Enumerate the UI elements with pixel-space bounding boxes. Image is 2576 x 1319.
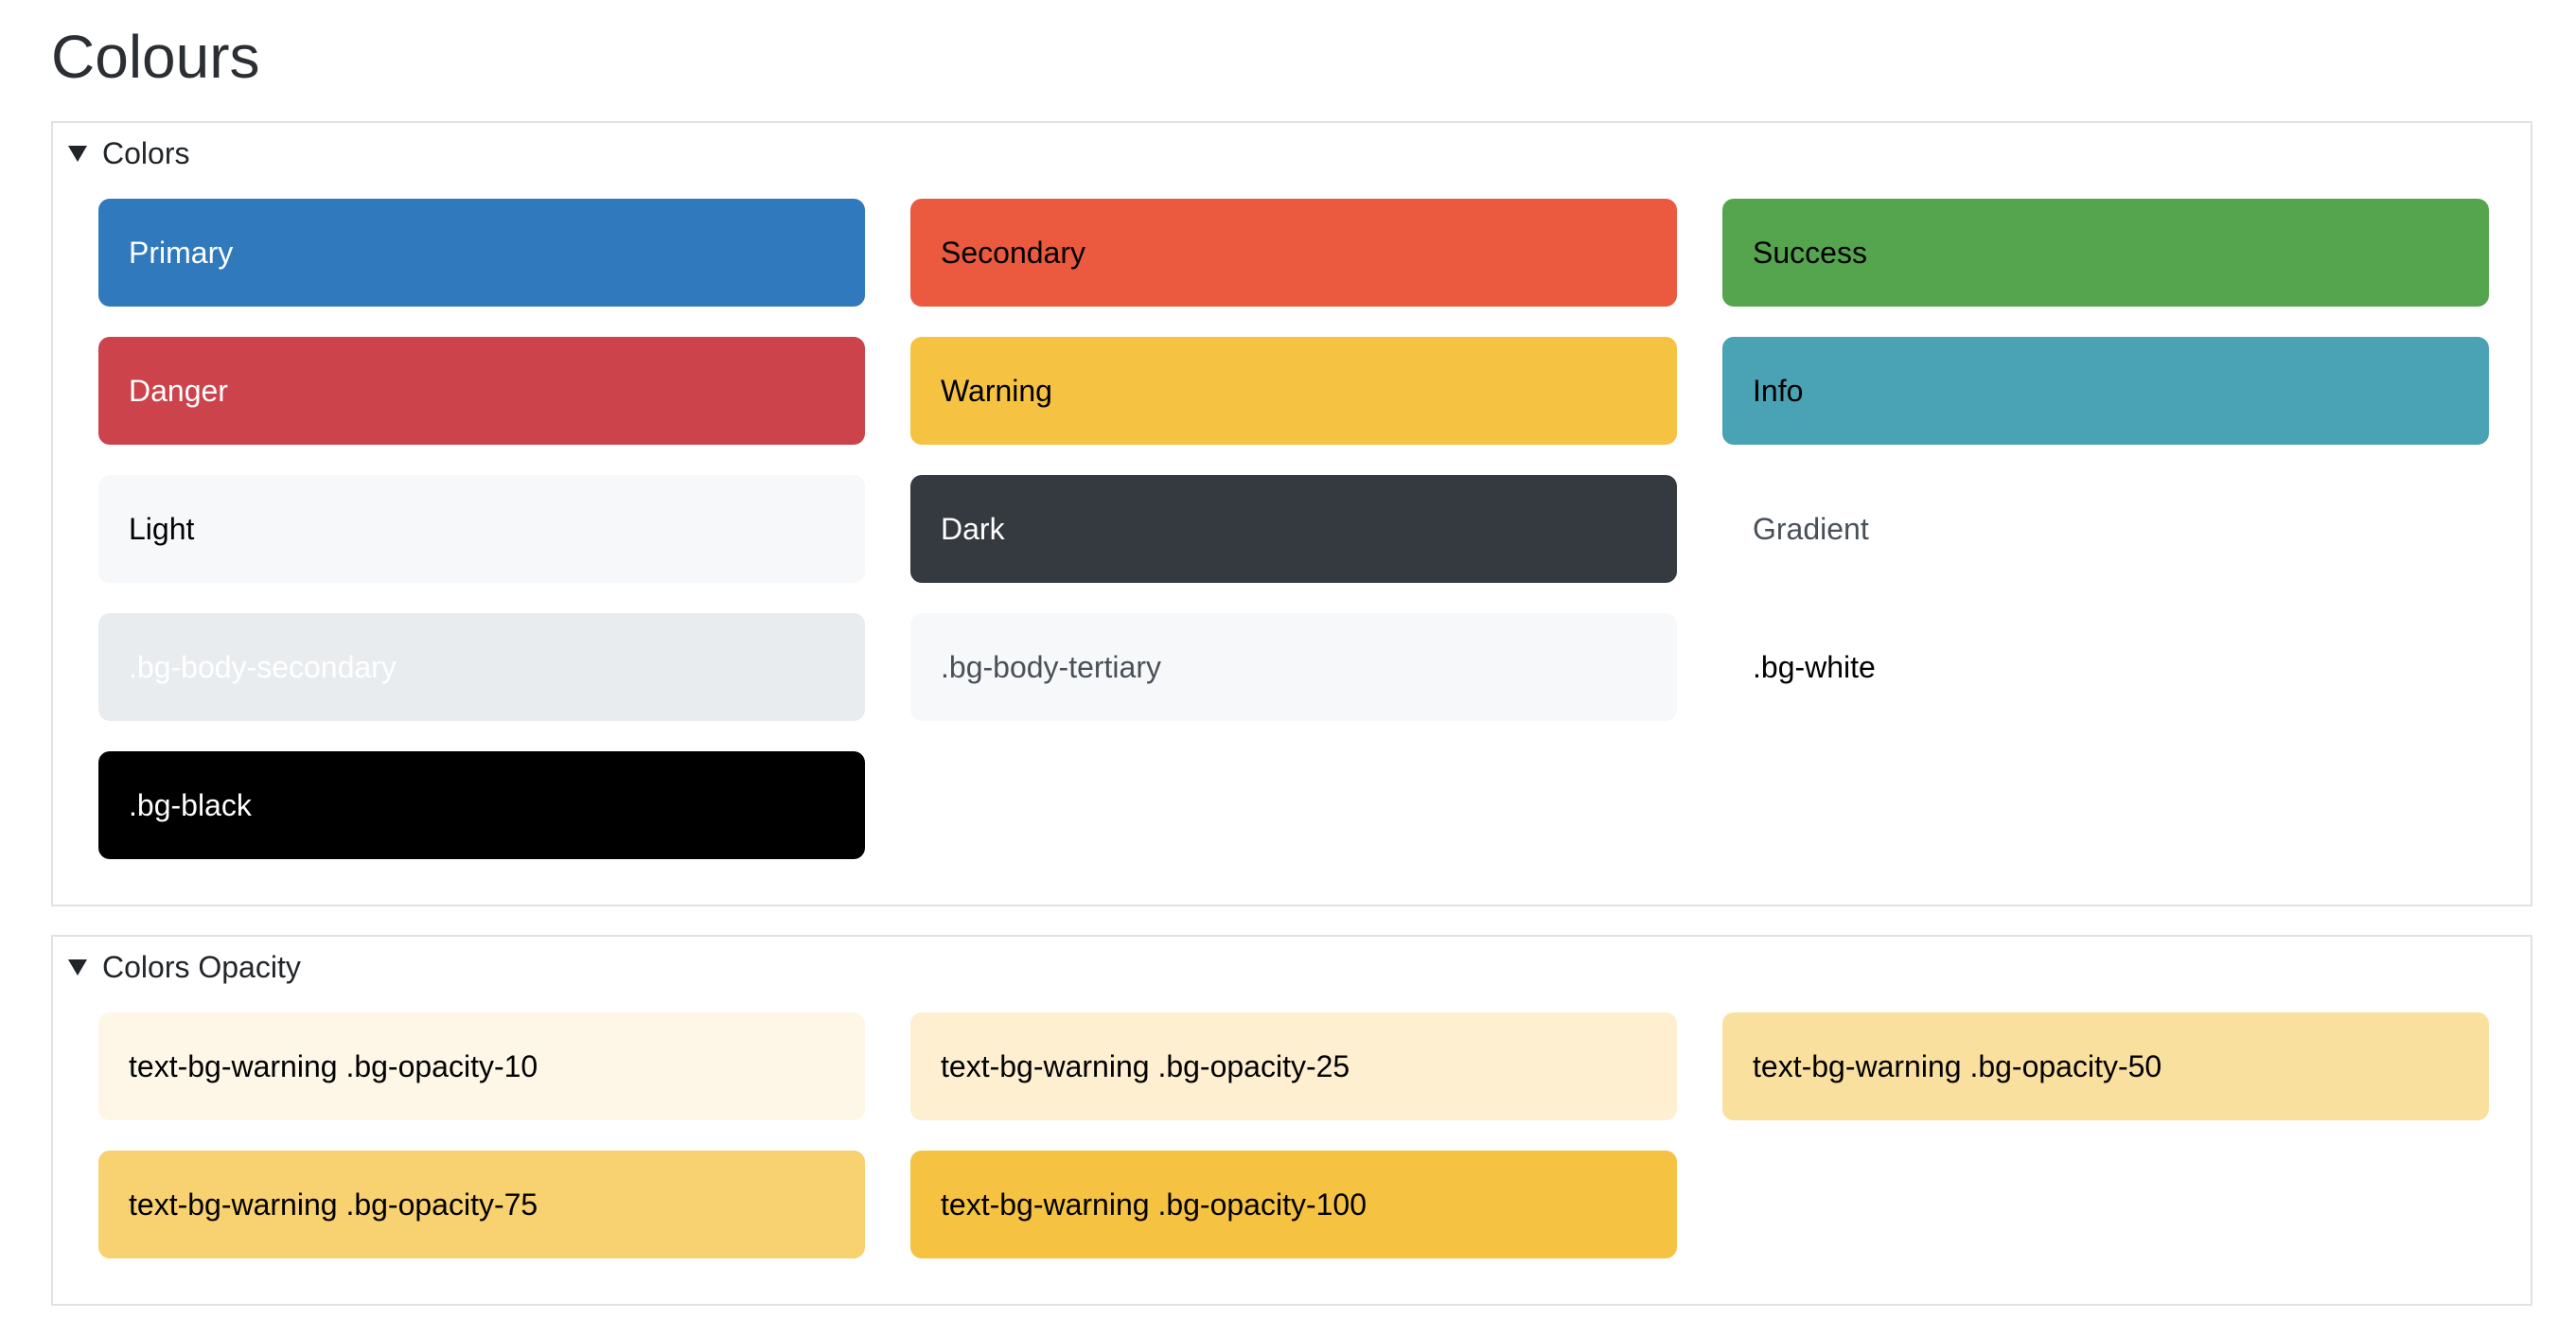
swatch-warning-opacity-10: text-bg-warning .bg-opacity-10	[98, 1012, 865, 1120]
swatch-warning-opacity-50: text-bg-warning .bg-opacity-50	[1722, 1012, 2489, 1120]
caret-down-icon	[68, 958, 87, 976]
swatch-secondary: Secondary	[910, 199, 1677, 307]
swatch-light: Light	[98, 475, 865, 583]
swatch-black: .bg-black	[98, 751, 865, 859]
swatch-warning-opacity-25: text-bg-warning .bg-opacity-25	[910, 1012, 1677, 1120]
swatch-warning: Warning	[910, 337, 1677, 445]
swatch-gradient: Gradient	[1753, 511, 1869, 546]
swatch-body-tertiary: .bg-body-tertiary	[910, 613, 1677, 721]
colors-opacity-summary-toggle[interactable]: Colors Opacity	[68, 946, 301, 988]
swatch-warning-opacity-75: text-bg-warning .bg-opacity-75	[98, 1151, 865, 1258]
colors-panel: Colors Primary Secondary Success Danger …	[51, 121, 2532, 906]
swatch-success: Success	[1722, 199, 2489, 307]
swatch-info: Info	[1722, 337, 2489, 445]
colors-summary-toggle[interactable]: Colors	[68, 132, 189, 174]
caret-down-icon	[68, 145, 87, 162]
swatch-warning-opacity-100: text-bg-warning .bg-opacity-100	[910, 1151, 1677, 1258]
swatch-danger: Danger	[98, 337, 865, 445]
swatch-primary: Primary	[98, 199, 865, 307]
swatch-body-secondary: .bg-body-secondary	[98, 613, 865, 721]
swatch-dark: Dark	[910, 475, 1677, 583]
page-title: Colours	[51, 23, 260, 91]
swatch-white: .bg-white	[1722, 613, 2489, 721]
colors-summary-label: Colors	[102, 135, 190, 170]
colors-opacity-panel: Colors Opacity text-bg-warning .bg-opaci…	[51, 935, 2532, 1306]
colors-opacity-summary-label: Colors Opacity	[102, 949, 301, 984]
